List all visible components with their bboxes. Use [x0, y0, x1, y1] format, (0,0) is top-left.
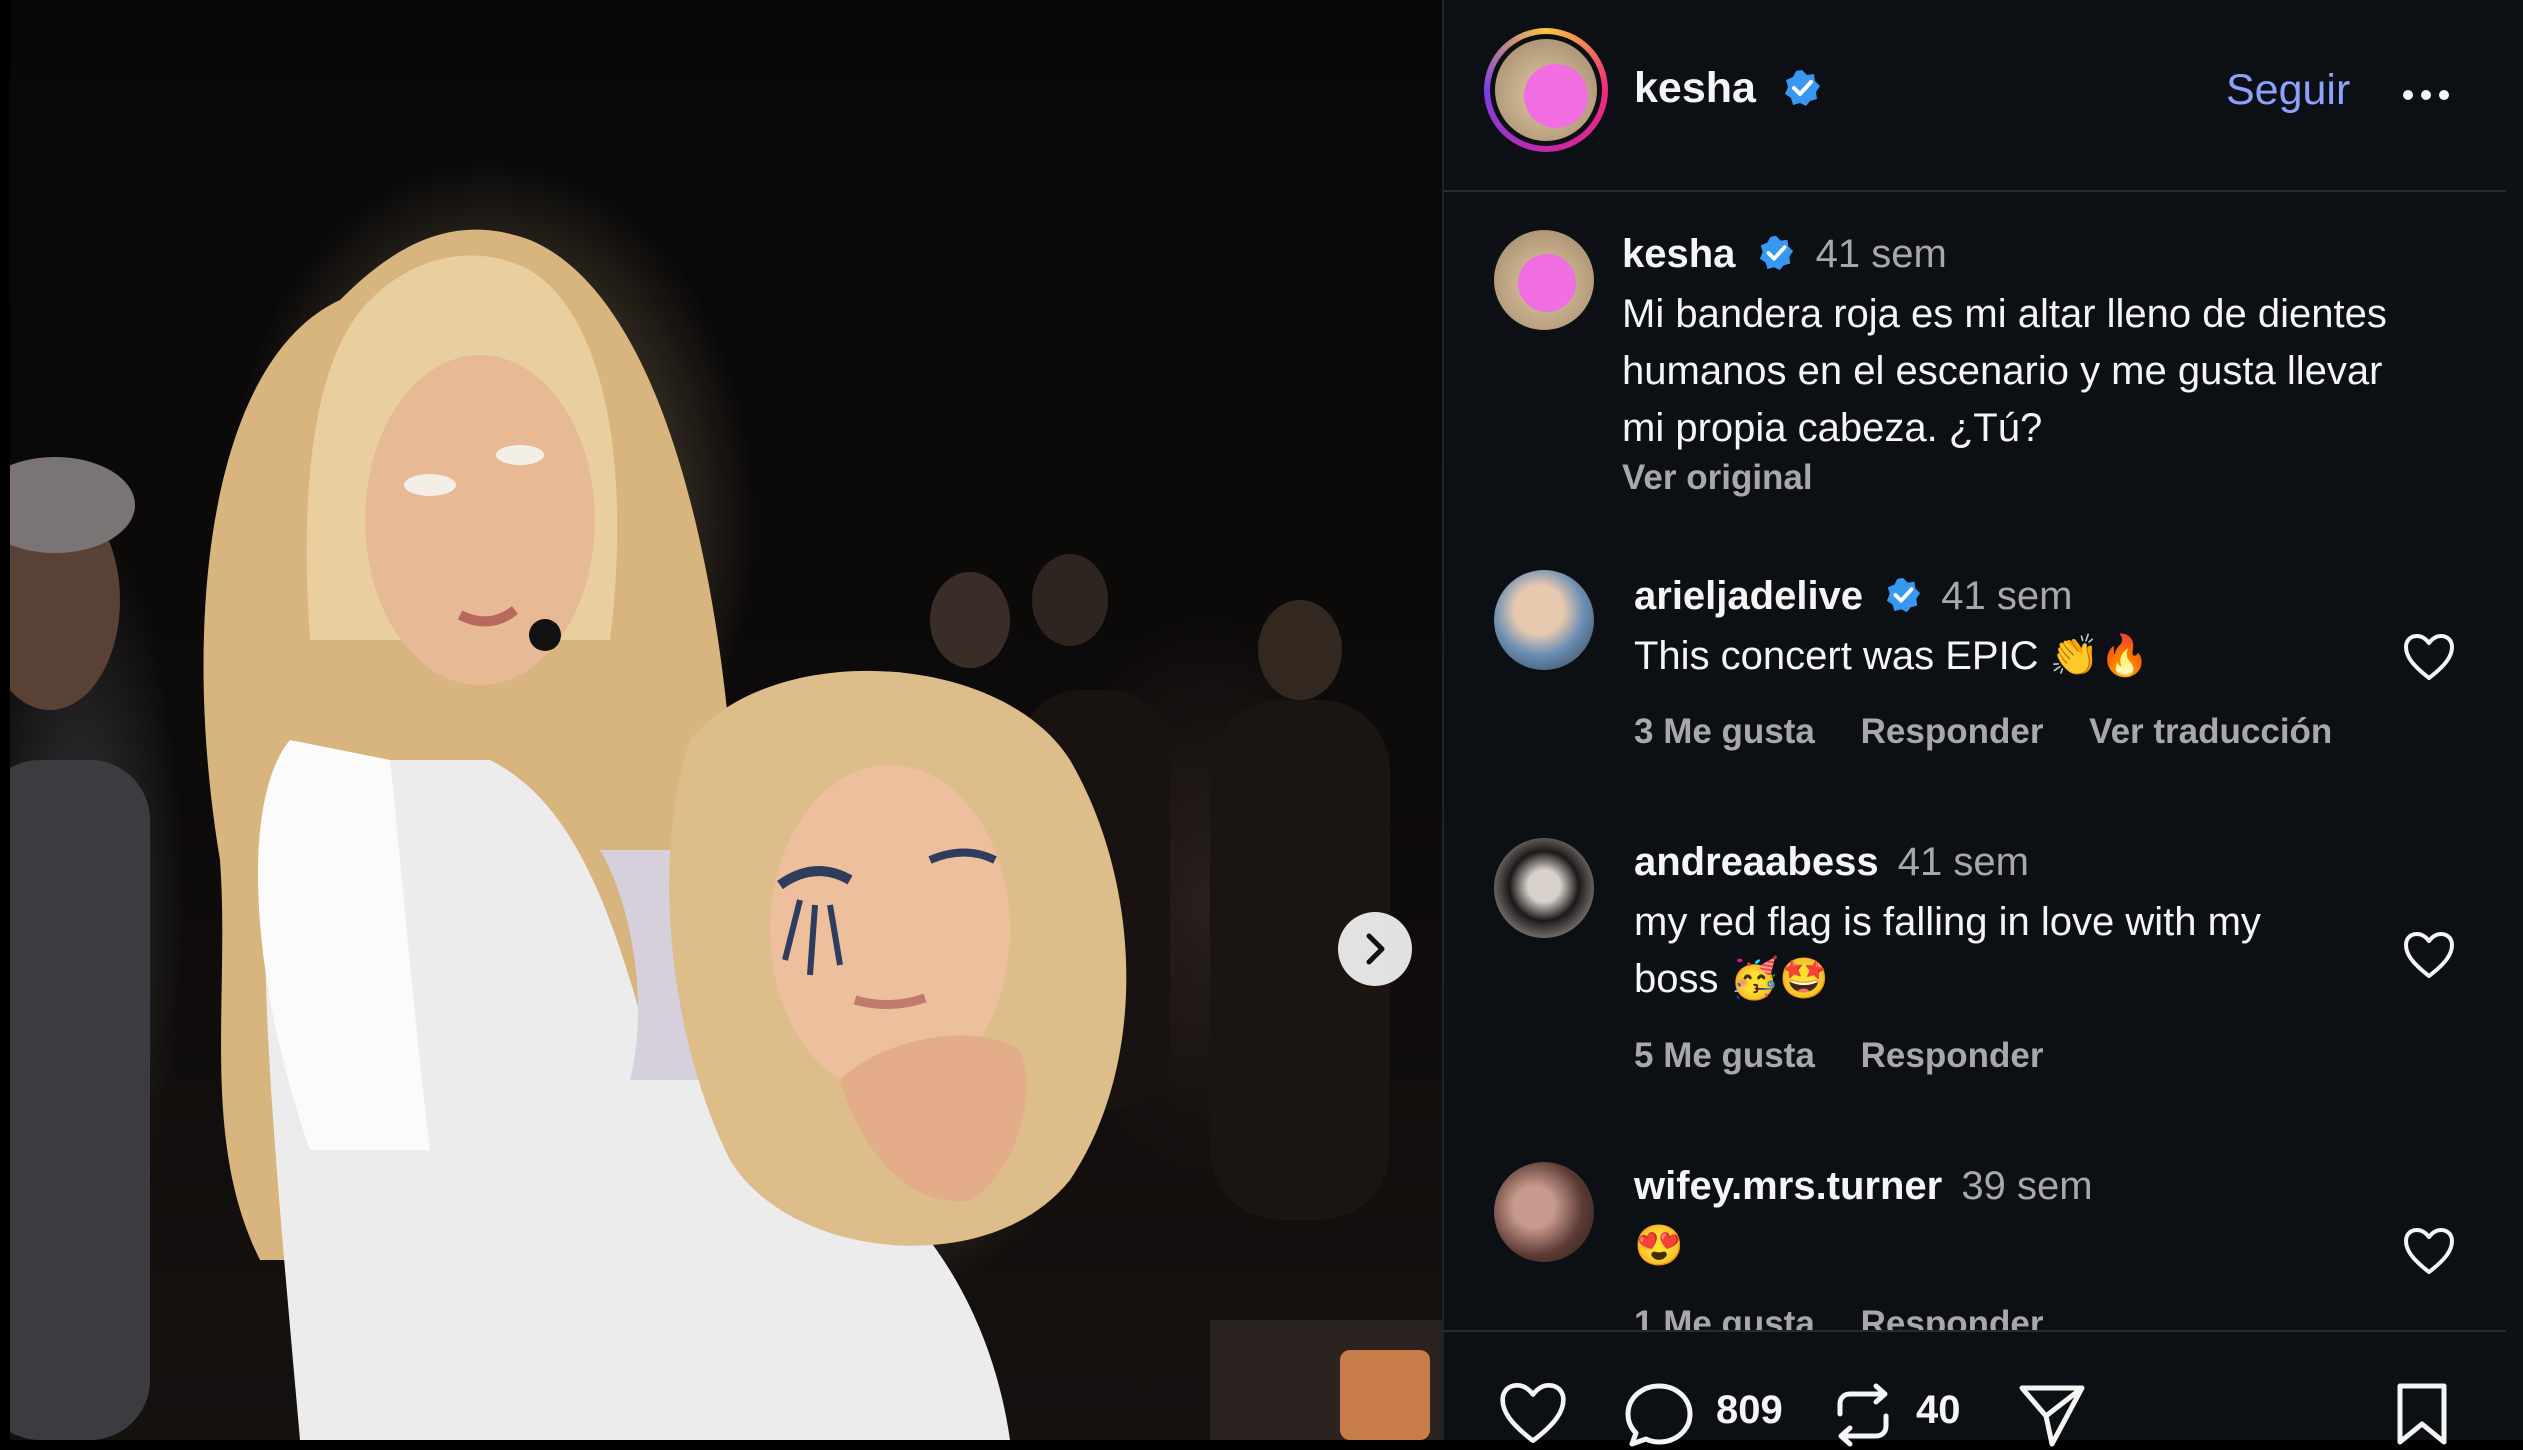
see-original-link[interactable]: Ver original — [1622, 458, 1813, 498]
verified-badge-icon — [1759, 236, 1793, 271]
post-action-bar: 809 40 — [1444, 1330, 2508, 1447]
heart-icon[interactable] — [1496, 1380, 1570, 1446]
caption-avatar[interactable] — [1494, 230, 1594, 330]
bookmark-icon[interactable] — [2392, 1380, 2452, 1448]
comment-username[interactable]: arieljadelive — [1634, 574, 1863, 618]
comment-avatar[interactable] — [1494, 570, 1594, 670]
comment-likes[interactable]: 3 Me gusta — [1634, 712, 1815, 751]
verified-badge-icon — [1887, 578, 1921, 613]
see-translation-link[interactable]: Ver traducción — [2089, 712, 2332, 751]
comment-likes[interactable]: 1 Me gusta — [1634, 1304, 1815, 1330]
comment-text: my red flag is falling in love with my b… — [1634, 900, 2261, 1001]
caption-username[interactable]: kesha — [1622, 232, 1735, 276]
reply-button[interactable]: Responder — [1861, 712, 2044, 751]
comments-section[interactable]: kesha 41 sem Mi bandera roja es mi altar… — [1444, 192, 2508, 1330]
ellipsis-icon[interactable] — [2396, 70, 2456, 120]
comment-username[interactable]: andreaabess — [1634, 840, 1879, 884]
caption-time[interactable]: 41 sem — [1816, 232, 1947, 276]
post-header: kesha Seguir — [1444, 0, 2508, 192]
follow-button[interactable]: Seguir — [2226, 66, 2350, 115]
comment-likes[interactable]: 5 Me gusta — [1634, 1036, 1815, 1075]
post-photo — [10, 229, 1442, 1440]
repost-count[interactable]: 40 — [1916, 1388, 1961, 1433]
comment-count[interactable]: 809 — [1716, 1388, 1783, 1433]
comment-time[interactable]: 41 sem — [1941, 574, 2072, 618]
chevron-right-icon — [1366, 933, 1385, 965]
verified-badge-icon — [1784, 69, 1820, 106]
comment-avatar[interactable] — [1494, 838, 1594, 938]
comment-time[interactable]: 39 sem — [1961, 1164, 2092, 1208]
comment-time[interactable]: 41 sem — [1898, 840, 2029, 884]
post-detail-panel: kesha Seguir kesha 41 sem Mi bandera roj… — [1442, 0, 2508, 1447]
heart-icon[interactable] — [2402, 632, 2456, 682]
comment-username[interactable]: wifey.mrs.turner — [1634, 1164, 1942, 1208]
comment-text: 😍 — [1634, 1224, 1684, 1268]
caption-text: Mi bandera roja es mi altar lleno de die… — [1622, 292, 2387, 450]
post-media[interactable] — [10, 0, 1442, 1440]
author-username[interactable]: kesha — [1634, 64, 1756, 112]
heart-icon[interactable] — [2402, 1226, 2456, 1276]
reply-button[interactable]: Responder — [1861, 1036, 2044, 1075]
reply-button[interactable]: Responder — [1861, 1304, 2044, 1330]
comment-text: This concert was EPIC 👏🔥 — [1634, 634, 2150, 678]
next-media-button[interactable] — [1338, 912, 1412, 986]
author-avatar[interactable] — [1484, 28, 1608, 152]
heart-icon[interactable] — [2402, 930, 2456, 980]
comment-avatar[interactable] — [1494, 1162, 1594, 1262]
window-edge — [2506, 0, 2523, 1440]
